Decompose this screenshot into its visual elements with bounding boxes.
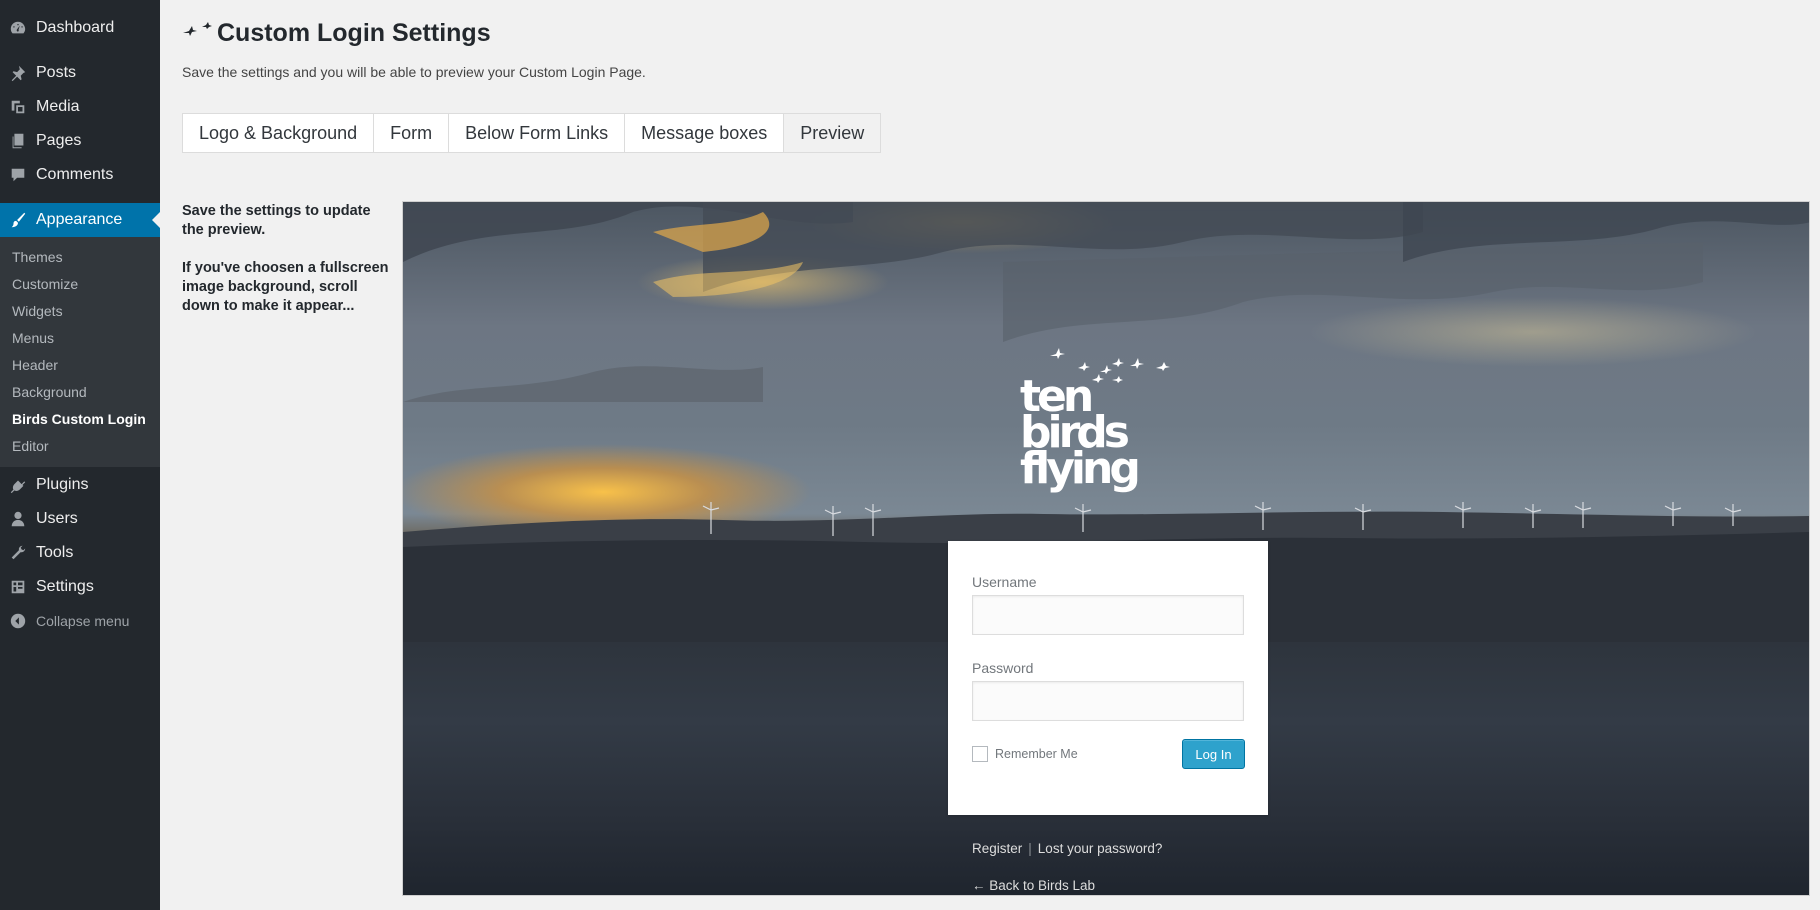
collapse-menu-label: Collapse menu [36,613,130,629]
remember-me: Remember Me [972,746,1078,762]
link-separator: | [1028,841,1032,856]
sidebar-item-comments[interactable]: Comments [0,158,160,192]
settings-icon [0,570,36,604]
log-in-button[interactable]: Log In [1182,739,1245,769]
sidebar-item-users[interactable]: Users [0,502,160,536]
username-input[interactable] [972,595,1244,635]
paintbrush-icon [0,203,36,237]
page-title-text: Custom Login Settings [217,18,491,47]
logo-text-flying: flying [1020,443,1141,494]
sidebar-item-label: Pages [36,132,82,149]
sidebar-item-posts[interactable]: Posts [0,56,160,90]
sidebar-item-label: Appearance [36,211,123,228]
submenu-item-editor[interactable]: Editor [12,438,49,454]
sidebar-item-label: Dashboard [36,19,115,36]
sidebar-item-label: Tools [36,544,74,561]
pages-icon [0,124,36,158]
comments-icon [0,158,36,192]
preview-note: Save the settings to update the preview.… [182,202,392,335]
tab-preview[interactable]: Preview [784,114,882,152]
login-form: Username Password Remember Me Log In [948,541,1268,815]
login-preview: ten birds flying Username Password Remem… [402,201,1810,896]
collapse-menu-button[interactable]: Collapse menu [0,604,160,638]
sidebar-item-label: Comments [36,166,114,183]
submenu-item-widgets[interactable]: Widgets [12,303,63,319]
submenu-item-customize[interactable]: Customize [12,276,78,292]
lost-password-link[interactable]: Lost your password? [1038,841,1163,856]
submenu-item-birds-custom-login[interactable]: Birds Custom Login [12,411,146,427]
remember-me-label: Remember Me [995,747,1078,761]
sidebar-item-pages[interactable]: Pages [0,124,160,158]
below-form-links: Register | Lost your password? [972,841,1162,856]
tab-form[interactable]: Form [374,114,450,152]
submenu-item-background[interactable]: Background [12,384,87,400]
tab-below-form-links[interactable]: Below Form Links [449,114,626,152]
sidebar-item-tools[interactable]: Tools [0,536,160,570]
username-label: Username [972,574,1037,590]
submenu-item-themes[interactable]: Themes [12,249,63,265]
sidebar-item-settings[interactable]: Settings [0,570,160,604]
sidebar-item-label: Plugins [36,476,89,493]
back-to-site-link[interactable]: ← Back to Birds Lab [972,878,1095,893]
appearance-submenu: Themes Customize Widgets Menus Header Ba… [0,237,160,467]
remember-me-checkbox[interactable] [972,746,988,762]
sidebar-item-appearance[interactable]: Appearance [0,203,160,237]
admin-sidebar: Dashboard Posts Media Pages Comments App… [0,0,160,910]
submenu-item-menus[interactable]: Menus [12,330,54,346]
tab-logo-background[interactable]: Logo & Background [183,114,375,152]
page-intro: Save the settings and you will be able t… [182,64,646,80]
sidebar-item-plugins[interactable]: Plugins [0,468,160,502]
submenu-item-header[interactable]: Header [12,357,58,373]
ten-birds-flying-logo: ten birds flying [1020,340,1200,500]
page-title: Custom Login Settings [182,16,491,50]
sidebar-item-media[interactable]: Media [0,90,160,124]
plugin-icon [0,468,36,502]
tab-message-boxes[interactable]: Message boxes [625,114,785,152]
sidebar-item-label: Users [36,510,78,527]
preview-note-update: Save the settings to update the preview. [182,203,371,238]
settings-tabs: Logo & Background Form Below Form Links … [182,113,882,153]
pin-icon [0,56,36,90]
dashboard-icon [0,11,36,45]
password-input[interactable] [972,681,1244,721]
sidebar-item-dashboard[interactable]: Dashboard [0,11,160,45]
password-label: Password [972,660,1034,676]
wrench-icon [0,536,36,570]
collapse-arrow-icon [0,604,36,638]
user-icon [0,502,36,536]
sidebar-item-label: Media [36,98,80,115]
register-link[interactable]: Register [972,841,1022,856]
media-icon [0,90,36,124]
sidebar-item-label: Settings [36,578,94,595]
birds-icon [182,19,217,48]
preview-note-scroll: If you've choosen a fullscreen image bac… [182,260,389,314]
sidebar-item-label: Posts [36,64,77,81]
